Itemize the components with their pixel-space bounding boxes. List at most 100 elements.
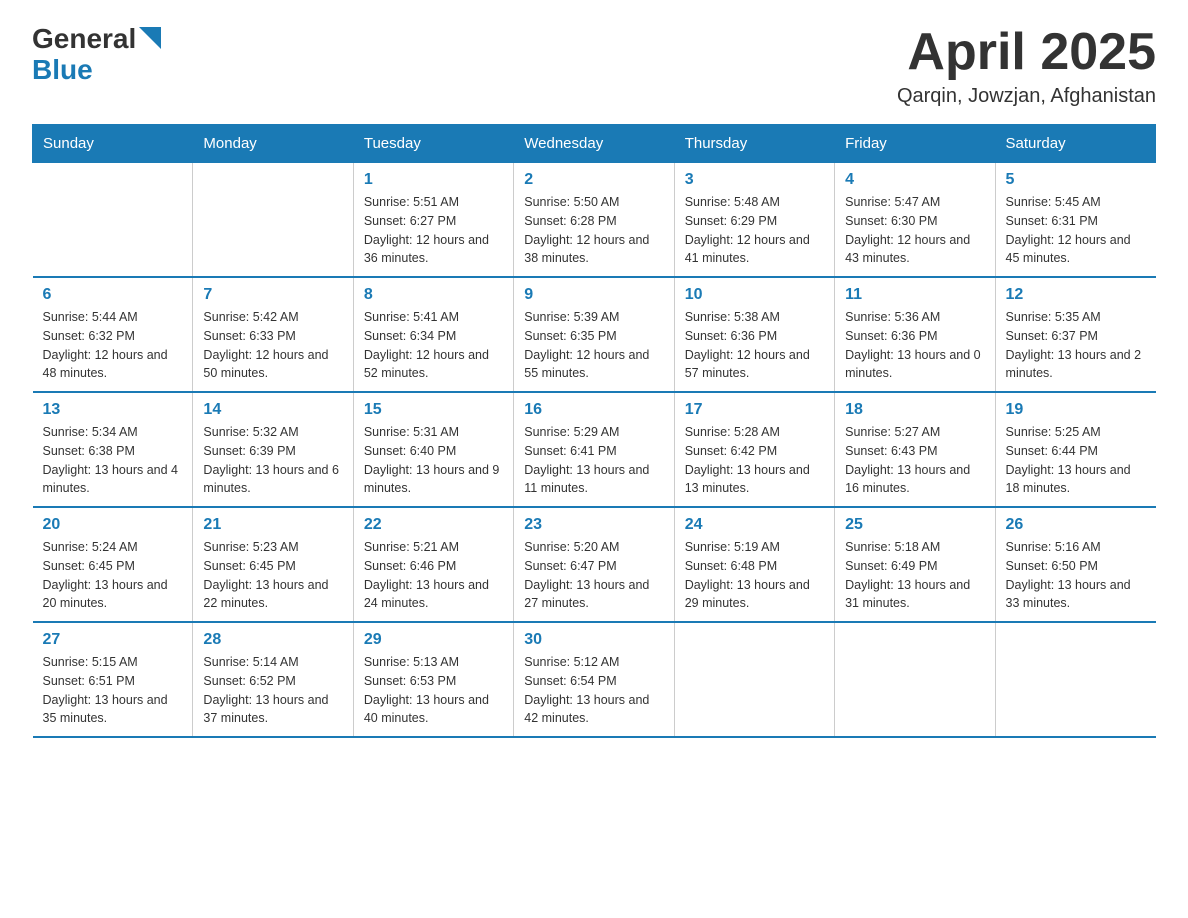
calendar-cell: 19Sunrise: 5:25 AM Sunset: 6:44 PM Dayli… (995, 392, 1155, 507)
calendar-cell: 27 Sunrise: 5:15 AM Sunset: 6:51 PM Dayli… (33, 622, 193, 737)
day-info: Sunrise: 5:44 AM Sunset: 6:32 PM Dayligh… (43, 308, 183, 383)
day-info: Sunrise: 5:42 AM Sunset: 6:33 PM Dayligh… (203, 308, 342, 383)
day-number: 18 (845, 401, 984, 419)
calendar-cell (835, 622, 995, 737)
day-number: 8 (364, 286, 503, 304)
day-info: Sunrise: 5:13 AM Sunset: 6:53 PM Dayligh… (364, 653, 503, 728)
calendar-cell: 30 Sunrise: 5:12 AM Sunset: 6:54 PM Dayli… (514, 622, 674, 737)
calendar-cell: 1 Sunrise: 5:51 AM Sunset: 6:27 PM Daylig… (353, 163, 513, 278)
calendar-cell: 29 Sunrise: 5:13 AM Sunset: 6:53 PM Dayli… (353, 622, 513, 737)
calendar-cell: 15 Sunrise: 5:31 AM Sunset: 6:40 PM Dayli… (353, 392, 513, 507)
day-info: Sunrise: 5:47 AM Sunset: 6:30 PM Dayligh… (845, 193, 984, 268)
calendar-cell: 9 Sunrise: 5:39 AM Sunset: 6:35 PM Daylig… (514, 277, 674, 392)
day-number: 6 (43, 286, 183, 304)
calendar-cell (193, 163, 353, 278)
day-number: 20 (43, 516, 183, 534)
calendar-cell: 14 Sunrise: 5:32 AM Sunset: 6:39 PM Dayli… (193, 392, 353, 507)
day-number: 30 (524, 631, 663, 649)
day-info: Sunrise: 5:50 AM Sunset: 6:28 PM Dayligh… (524, 193, 663, 268)
calendar-cell: 12 Sunrise: 5:35 AM Sunset: 6:37 PM Dayli… (995, 277, 1155, 392)
calendar-cell: 24 Sunrise: 5:19 AM Sunset: 6:48 PM Dayli… (674, 507, 834, 622)
calendar-cell: 3Sunrise: 5:48 AM Sunset: 6:29 PM Daylig… (674, 163, 834, 278)
day-info: Sunrise: 5:23 AM Sunset: 6:45 PM Dayligh… (203, 538, 342, 613)
calendar-week-row: 13Sunrise: 5:34 AM Sunset: 6:38 PM Dayli… (33, 392, 1156, 507)
day-number: 7 (203, 286, 342, 304)
month-title: April 2025 (897, 24, 1156, 81)
day-number: 5 (1006, 171, 1146, 189)
day-info: Sunrise: 5:45 AM Sunset: 6:31 PM Dayligh… (1006, 193, 1146, 268)
day-info: Sunrise: 5:29 AM Sunset: 6:41 PM Dayligh… (524, 423, 663, 498)
logo: General Blue (32, 24, 161, 86)
day-number: 14 (203, 401, 342, 419)
day-number: 2 (524, 171, 663, 189)
day-info: Sunrise: 5:32 AM Sunset: 6:39 PM Dayligh… (203, 423, 342, 498)
day-info: Sunrise: 5:20 AM Sunset: 6:47 PM Dayligh… (524, 538, 663, 613)
logo-general-text: General (32, 24, 136, 55)
calendar-cell: 6 Sunrise: 5:44 AM Sunset: 6:32 PM Daylig… (33, 277, 193, 392)
calendar-cell: 7 Sunrise: 5:42 AM Sunset: 6:33 PM Daylig… (193, 277, 353, 392)
day-number: 22 (364, 516, 503, 534)
day-info: Sunrise: 5:51 AM Sunset: 6:27 PM Dayligh… (364, 193, 503, 268)
day-number: 1 (364, 171, 503, 189)
day-number: 28 (203, 631, 342, 649)
day-number: 10 (685, 286, 824, 304)
day-number: 17 (685, 401, 824, 419)
day-number: 26 (1006, 516, 1146, 534)
day-number: 27 (43, 631, 183, 649)
day-info: Sunrise: 5:27 AM Sunset: 6:43 PM Dayligh… (845, 423, 984, 498)
day-number: 21 (203, 516, 342, 534)
calendar-week-row: 27 Sunrise: 5:15 AM Sunset: 6:51 PM Dayli… (33, 622, 1156, 737)
day-info: Sunrise: 5:36 AM Sunset: 6:36 PM Dayligh… (845, 308, 984, 383)
day-info: Sunrise: 5:12 AM Sunset: 6:54 PM Dayligh… (524, 653, 663, 728)
calendar-cell: 5 Sunrise: 5:45 AM Sunset: 6:31 PM Daylig… (995, 163, 1155, 278)
day-info: Sunrise: 5:31 AM Sunset: 6:40 PM Dayligh… (364, 423, 503, 498)
calendar-cell: 10Sunrise: 5:38 AM Sunset: 6:36 PM Dayli… (674, 277, 834, 392)
day-number: 12 (1006, 286, 1146, 304)
calendar-cell: 28Sunrise: 5:14 AM Sunset: 6:52 PM Dayli… (193, 622, 353, 737)
calendar-week-row: 6 Sunrise: 5:44 AM Sunset: 6:32 PM Daylig… (33, 277, 1156, 392)
calendar-cell (995, 622, 1155, 737)
calendar-cell: 26 Sunrise: 5:16 AM Sunset: 6:50 PM Dayli… (995, 507, 1155, 622)
day-info: Sunrise: 5:28 AM Sunset: 6:42 PM Dayligh… (685, 423, 824, 498)
day-number: 25 (845, 516, 984, 534)
calendar-cell: 13Sunrise: 5:34 AM Sunset: 6:38 PM Dayli… (33, 392, 193, 507)
calendar-cell: 2 Sunrise: 5:50 AM Sunset: 6:28 PM Daylig… (514, 163, 674, 278)
day-info: Sunrise: 5:19 AM Sunset: 6:48 PM Dayligh… (685, 538, 824, 613)
calendar-cell: 16 Sunrise: 5:29 AM Sunset: 6:41 PM Dayli… (514, 392, 674, 507)
header-day-saturday: Saturday (995, 125, 1155, 163)
calendar-cell: 22 Sunrise: 5:21 AM Sunset: 6:46 PM Dayli… (353, 507, 513, 622)
day-number: 16 (524, 401, 663, 419)
day-number: 4 (845, 171, 984, 189)
day-info: Sunrise: 5:39 AM Sunset: 6:35 PM Dayligh… (524, 308, 663, 383)
calendar-cell: 18 Sunrise: 5:27 AM Sunset: 6:43 PM Dayli… (835, 392, 995, 507)
header-title-area: April 2025 Qarqin, Jowzjan, Afghanistan (897, 24, 1156, 108)
day-number: 29 (364, 631, 503, 649)
calendar-cell: 8 Sunrise: 5:41 AM Sunset: 6:34 PM Daylig… (353, 277, 513, 392)
day-number: 13 (43, 401, 183, 419)
logo-blue-text: Blue (32, 55, 161, 86)
day-number: 24 (685, 516, 824, 534)
day-number: 15 (364, 401, 503, 419)
day-number: 19 (1006, 401, 1146, 419)
day-info: Sunrise: 5:48 AM Sunset: 6:29 PM Dayligh… (685, 193, 824, 268)
header-day-monday: Monday (193, 125, 353, 163)
calendar-cell: 17 Sunrise: 5:28 AM Sunset: 6:42 PM Dayli… (674, 392, 834, 507)
day-number: 9 (524, 286, 663, 304)
day-info: Sunrise: 5:15 AM Sunset: 6:51 PM Dayligh… (43, 653, 183, 728)
day-info: Sunrise: 5:16 AM Sunset: 6:50 PM Dayligh… (1006, 538, 1146, 613)
calendar-cell (674, 622, 834, 737)
calendar-cell: 11 Sunrise: 5:36 AM Sunset: 6:36 PM Dayli… (835, 277, 995, 392)
location-subtitle: Qarqin, Jowzjan, Afghanistan (897, 85, 1156, 108)
day-info: Sunrise: 5:35 AM Sunset: 6:37 PM Dayligh… (1006, 308, 1146, 383)
header-day-sunday: Sunday (33, 125, 193, 163)
day-number: 11 (845, 286, 984, 304)
header-day-friday: Friday (835, 125, 995, 163)
day-info: Sunrise: 5:21 AM Sunset: 6:46 PM Dayligh… (364, 538, 503, 613)
day-info: Sunrise: 5:41 AM Sunset: 6:34 PM Dayligh… (364, 308, 503, 383)
calendar-cell: 23Sunrise: 5:20 AM Sunset: 6:47 PM Dayli… (514, 507, 674, 622)
calendar-cell: 4 Sunrise: 5:47 AM Sunset: 6:30 PM Daylig… (835, 163, 995, 278)
header-day-wednesday: Wednesday (514, 125, 674, 163)
calendar-header-row: SundayMondayTuesdayWednesdayThursdayFrid… (33, 125, 1156, 163)
header-day-tuesday: Tuesday (353, 125, 513, 163)
day-info: Sunrise: 5:24 AM Sunset: 6:45 PM Dayligh… (43, 538, 183, 613)
